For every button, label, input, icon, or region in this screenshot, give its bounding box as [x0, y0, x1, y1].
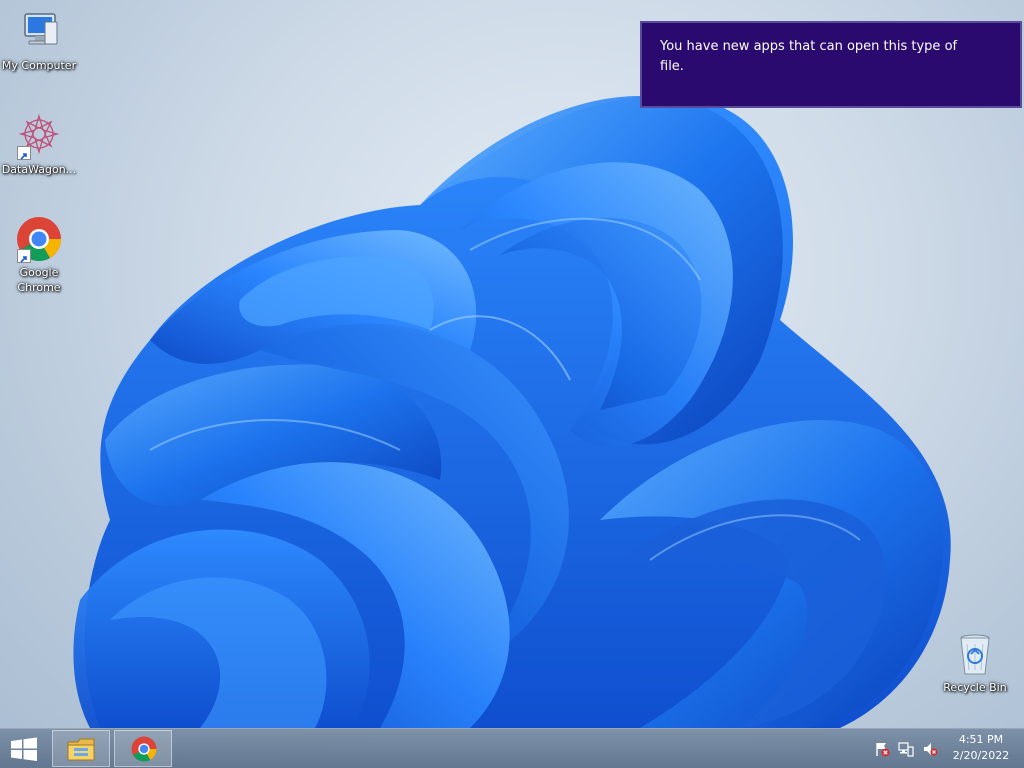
windows-logo-icon — [11, 737, 37, 761]
desktop[interactable]: My Computer DataWagon... Google Chrome R… — [0, 0, 1024, 768]
chrome-icon — [131, 736, 157, 762]
chrome-icon — [15, 215, 63, 263]
taskbar-google-chrome[interactable] — [114, 730, 172, 767]
datawagon-icon — [15, 112, 63, 160]
notification-message: You have new apps that can open this typ… — [660, 39, 958, 74]
computer-icon — [15, 8, 63, 56]
action-center-flag-icon[interactable] — [874, 741, 890, 757]
clock-date: 2/20/2022 — [952, 749, 1010, 762]
volume-muted-icon[interactable] — [922, 741, 938, 757]
desktop-icon-label: DataWagon... — [1, 163, 77, 176]
new-apps-notification[interactable]: You have new apps that can open this typ… — [640, 21, 1022, 108]
file-explorer-icon — [67, 738, 95, 761]
shortcut-arrow-icon — [17, 249, 31, 263]
recycle-bin-icon — [951, 630, 999, 678]
desktop-icon-datawagon[interactable]: DataWagon... — [0, 112, 78, 177]
taskbar: 4:51 PM 2/20/2022 — [0, 728, 1024, 768]
shortcut-arrow-icon — [17, 146, 31, 160]
desktop-icon-recycle-bin[interactable]: Recycle Bin — [936, 630, 1014, 695]
taskbar-file-explorer[interactable] — [52, 730, 110, 767]
desktop-icon-my-computer[interactable]: My Computer — [0, 8, 78, 73]
taskbar-clock[interactable]: 4:51 PM 2/20/2022 — [948, 732, 1014, 764]
desktop-icon-label: Recycle Bin — [943, 681, 1007, 694]
desktop-icon-label: My Computer — [1, 59, 77, 72]
start-button[interactable] — [0, 729, 48, 768]
desktop-icon-label: Google Chrome — [17, 266, 61, 294]
clock-time: 4:51 PM — [958, 733, 1004, 746]
network-icon[interactable] — [898, 741, 914, 757]
desktop-icon-google-chrome[interactable]: Google Chrome — [0, 215, 78, 295]
wallpaper-bloom — [73, 95, 951, 729]
